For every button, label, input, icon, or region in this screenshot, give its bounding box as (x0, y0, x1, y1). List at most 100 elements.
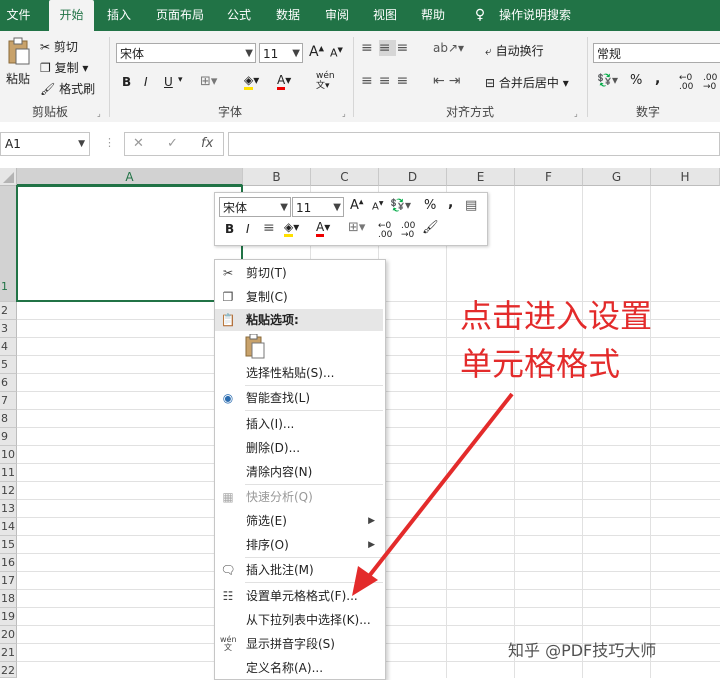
font-name-select[interactable]: 宋体 ▼ (116, 43, 256, 63)
italic-button[interactable]: I (246, 222, 250, 236)
decrease-decimal-icon[interactable]: .00 →0 (703, 74, 717, 92)
row-header[interactable]: 20 (0, 626, 17, 644)
mini-font-size-select[interactable]: 11 ▼ (292, 197, 344, 217)
percent-button[interactable]: % (424, 198, 436, 213)
row-header[interactable]: 10 (0, 446, 17, 464)
format-painter-button[interactable]: 🖌 格式刷 (40, 80, 95, 97)
vertical-align-icons[interactable]: ≡≡≡ (361, 40, 414, 56)
comma-button[interactable]: , (448, 195, 453, 211)
number-format-icon[interactable]: 💱▾ (390, 198, 411, 212)
row-header[interactable]: 19 (0, 608, 17, 626)
menu-item-show-phonetic[interactable]: wén 文显示拼音字段(S) (215, 633, 383, 655)
row-header[interactable]: 5 (0, 356, 17, 374)
borders-icon[interactable]: ⊞▾ (200, 74, 217, 89)
increase-decimal-icon[interactable]: ←0.00 (378, 222, 392, 240)
paste-option-icon[interactable] (244, 333, 266, 360)
row-header[interactable]: 9 (0, 428, 17, 446)
dialog-launcher-icon[interactable]: ⌟ (97, 109, 101, 118)
cut-button[interactable]: ✂ 剪切 (40, 38, 78, 55)
menu-item-copy[interactable]: ❐ 复制(C) (215, 286, 383, 308)
horizontal-align-icons[interactable]: ≡≡≡ (361, 73, 414, 89)
font-color-icon[interactable]: A▾ (277, 73, 291, 90)
merge-center-button[interactable]: ⊟ 合并后居中 ▾ (485, 74, 569, 91)
row-header[interactable]: 15 (0, 536, 17, 554)
italic-button[interactable]: I (144, 75, 148, 89)
row-header[interactable]: 8 (0, 410, 17, 428)
tab-help[interactable]: 帮助 (415, 0, 451, 31)
row-header[interactable]: 6 (0, 374, 17, 392)
row-header[interactable]: 1 (0, 186, 17, 302)
enter-icon[interactable]: ✓ (167, 133, 178, 155)
decrease-decimal-icon[interactable]: .00 →0 (401, 222, 415, 240)
menu-item-paste-special[interactable]: 选择性粘贴(S)... (215, 362, 383, 384)
mini-font-name-select[interactable]: 宋体 ▼ (219, 197, 291, 217)
row-header[interactable]: 21 (0, 644, 17, 662)
dialog-launcher-icon[interactable]: ⌟ (342, 109, 346, 118)
tab-view[interactable]: 视图 (367, 0, 403, 31)
column-header-d[interactable]: D (379, 168, 447, 186)
row-header[interactable]: 13 (0, 500, 17, 518)
indent-icons[interactable]: ⇤⇥ (433, 73, 464, 89)
row-header[interactable]: 7 (0, 392, 17, 410)
increase-decimal-icon[interactable]: ←0.00 (679, 74, 693, 92)
select-all-corner[interactable] (0, 168, 17, 186)
formula-input[interactable] (228, 132, 720, 156)
font-color-icon[interactable]: A▾ (316, 220, 330, 237)
column-header-e[interactable]: E (447, 168, 515, 186)
column-header-a[interactable]: A (17, 168, 243, 186)
menu-item-pick-from-list[interactable]: 从下拉列表中选择(K)... (215, 609, 383, 631)
font-size-select[interactable]: 11 ▼ (259, 43, 303, 63)
borders-icon[interactable]: ⊞▾ (348, 220, 365, 235)
tab-formulas[interactable]: 公式 (222, 0, 256, 31)
format-as-table-icon[interactable]: ▤ (465, 198, 477, 213)
column-header-h[interactable]: H (651, 168, 720, 186)
column-header-c[interactable]: C (311, 168, 379, 186)
chevron-down-icon[interactable]: ▼ (78, 133, 85, 155)
tab-data[interactable]: 数据 (270, 0, 306, 31)
chevron-down-icon[interactable]: ▾ (178, 75, 183, 85)
row-header[interactable]: 16 (0, 554, 17, 572)
lightbulb-icon[interactable]: ♀ (470, 0, 490, 31)
paintbrush-icon[interactable]: 🖌 (422, 220, 439, 235)
row-header[interactable]: 11 (0, 464, 17, 482)
orientation-icon[interactable]: ab↗▾ (433, 41, 464, 55)
insert-function-icon[interactable]: fx (201, 133, 213, 155)
bold-button[interactable]: B (122, 75, 131, 89)
underline-button[interactable]: U (164, 75, 173, 89)
phonetic-icon[interactable]: wén 文▾ (316, 71, 335, 91)
column-header-b[interactable]: B (243, 168, 311, 186)
wrap-text-button[interactable]: ⤶ 自动换行 (485, 42, 544, 59)
row-header[interactable]: 2 (0, 302, 17, 320)
shrink-font-icon[interactable]: A▼ (372, 200, 383, 212)
cancel-icon[interactable]: ✕ (133, 133, 144, 155)
tab-file[interactable]: 文件 (0, 0, 37, 31)
row-header[interactable]: 12 (0, 482, 17, 500)
paste-icon[interactable] (6, 37, 32, 65)
comma-button[interactable]: , (655, 71, 660, 87)
fill-color-icon[interactable]: ◈▾ (244, 73, 259, 90)
copy-button[interactable]: ❐ 复制 ▾ (40, 59, 88, 76)
row-header[interactable]: 22 (0, 662, 17, 678)
row-header[interactable]: 14 (0, 518, 17, 536)
tab-home[interactable]: 开始 (49, 0, 94, 31)
tell-me-search[interactable]: 操作说明搜索 (495, 0, 575, 31)
grow-font-icon[interactable]: A▲ (350, 198, 364, 213)
row-header[interactable]: 17 (0, 572, 17, 590)
menu-item-cut[interactable]: ✂ 剪切(T) (215, 262, 383, 284)
column-header-g[interactable]: G (583, 168, 651, 186)
row-header[interactable]: 3 (0, 320, 17, 338)
dialog-launcher-icon[interactable]: ⌟ (574, 109, 578, 118)
column-header-f[interactable]: F (515, 168, 583, 186)
tab-insert[interactable]: 插入 (100, 0, 138, 31)
bold-button[interactable]: B (225, 222, 234, 236)
percent-button[interactable]: % (630, 73, 642, 88)
menu-item-define-name[interactable]: 定义名称(A)... (215, 657, 383, 679)
tab-page-layout[interactable]: 页面布局 (150, 0, 210, 31)
active-cell-a1[interactable] (16, 185, 243, 302)
paste-button[interactable]: 粘贴 (6, 70, 30, 87)
currency-icon[interactable]: 💱▾ (597, 73, 618, 87)
grow-font-button[interactable]: A▲ (309, 44, 324, 60)
fill-color-icon[interactable]: ◈▾ (284, 220, 299, 237)
number-format-select[interactable]: 常规 (593, 43, 720, 63)
shrink-font-button[interactable]: A▼ (330, 46, 343, 60)
